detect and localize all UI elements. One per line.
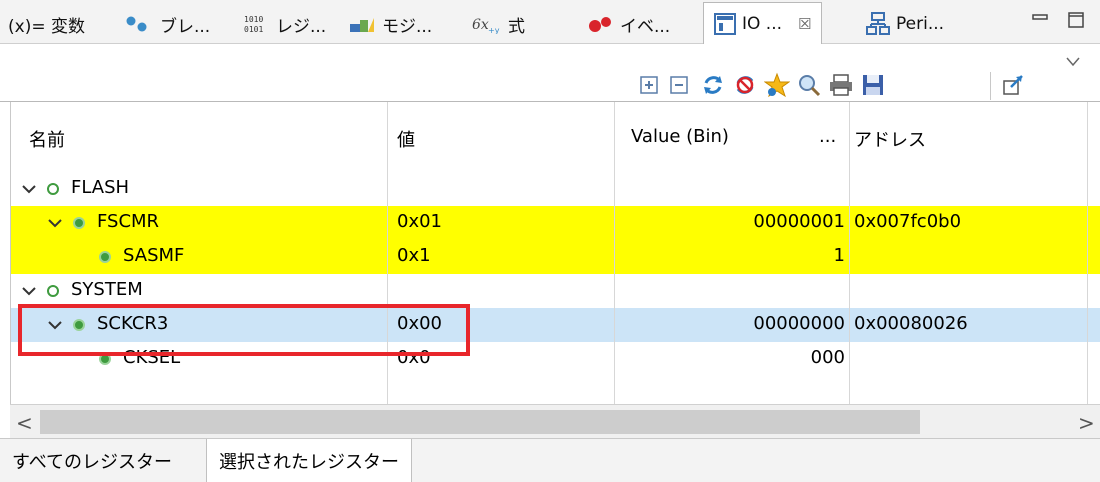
collapse-all-icon[interactable] <box>666 72 692 98</box>
disable-refresh-icon[interactable] <box>732 72 758 98</box>
register-name: SYSTEM <box>71 279 143 300</box>
io-registers-icon <box>714 12 736 35</box>
svg-text:0101: 0101 <box>244 25 263 34</box>
table-row[interactable]: SASMF 0x1 1 <box>11 240 1100 274</box>
tab-io-registers-label: IO ... <box>742 13 783 34</box>
tab-peripherals[interactable]: Peri... <box>866 6 944 42</box>
print-icon[interactable] <box>828 72 854 98</box>
table-row[interactable]: FSCMR 0x01 00000001 0x007fc0b0 <box>11 206 1100 240</box>
register-value-bin: 00000001 <box>753 211 845 232</box>
close-tab-icon[interactable]: ☒ <box>798 15 811 33</box>
column-header-address[interactable]: アドレス <box>854 126 926 152</box>
register-value-bin: 000 <box>810 347 845 368</box>
view-tab-bar: (x)= 変数 ブレ... 1010 0101 レジ... モジ... 6x +y … <box>0 0 1100 44</box>
tab-all-registers[interactable]: すべてのレジスター <box>0 439 184 482</box>
column-header-name[interactable]: 名前 <box>29 126 65 152</box>
tab-io-registers[interactable]: IO ... ☒ <box>703 2 823 44</box>
register-value-bin: 00000000 <box>753 313 845 334</box>
register-value-bin: 1 <box>833 245 845 266</box>
io-register-table: 名前 値 Value (Bin) ... アドレス FLASH FSCMR 0x01… <box>10 102 1100 404</box>
search-icon[interactable] <box>796 72 822 98</box>
register-node-icon <box>47 183 59 195</box>
chevron-down-icon[interactable] <box>21 181 37 197</box>
register-address: 0x00080026 <box>854 313 968 334</box>
tab-all-registers-label: すべてのレジスター <box>12 452 173 473</box>
register-value: 0x1 <box>397 245 431 266</box>
column-divider[interactable] <box>387 102 388 404</box>
register-node-icon <box>47 285 59 297</box>
scroll-left-icon[interactable]: < <box>16 411 33 435</box>
tab-variables-label: (x)= 変数 <box>8 16 85 37</box>
chevron-down-icon[interactable] <box>47 215 63 231</box>
column-divider[interactable] <box>614 102 615 404</box>
events-icon <box>588 14 614 34</box>
tab-events-label: イベ... <box>620 16 671 37</box>
svg-text:6x: 6x <box>472 17 489 33</box>
expand-all-icon[interactable] <box>636 72 662 98</box>
table-header: 名前 値 Value (Bin) ... アドレス <box>11 102 1100 172</box>
tab-modules-label: モジ... <box>382 16 433 37</box>
modules-icon <box>348 14 376 34</box>
column-divider[interactable] <box>849 102 850 404</box>
registers-icon: 1010 0101 <box>244 14 270 34</box>
peripherals-icon <box>866 12 890 36</box>
scroll-right-icon[interactable]: > <box>1078 411 1095 435</box>
favorite-icon[interactable] <box>764 72 790 98</box>
save-icon[interactable] <box>860 72 886 98</box>
view-toolbar <box>0 44 1100 102</box>
refresh-icon[interactable] <box>700 72 726 98</box>
tab-breakpoints-label: ブレ... <box>160 16 211 37</box>
column-header-value[interactable]: 値 <box>397 126 415 152</box>
register-name: SASMF <box>123 245 185 266</box>
toolbar-separator <box>990 72 991 100</box>
tab-peripherals-label: Peri... <box>896 14 945 34</box>
register-value: 0x01 <box>397 211 443 232</box>
register-name: FLASH <box>71 177 130 198</box>
column-header-format-menu[interactable]: ... <box>819 126 836 147</box>
register-address: 0x007fc0b0 <box>854 211 962 232</box>
maximize-icon[interactable] <box>1066 10 1086 30</box>
scrollbar-thumb[interactable] <box>40 410 920 434</box>
tab-selected-registers-label: 選択されたレジスター <box>219 452 399 473</box>
svg-text:+y: +y <box>488 26 500 34</box>
tab-selected-registers[interactable]: 選択されたレジスター <box>206 439 412 482</box>
tab-expressions[interactable]: 6x +y 式 <box>472 6 525 42</box>
column-header-value-bin[interactable]: Value (Bin) <box>631 126 729 147</box>
tab-registers[interactable]: 1010 0101 レジ... <box>244 6 326 42</box>
expressions-icon: 6x +y <box>472 14 502 34</box>
minimize-icon[interactable] <box>1030 10 1050 30</box>
chevron-down-icon[interactable] <box>21 283 37 299</box>
breakpoints-icon <box>124 15 154 33</box>
tab-breakpoints[interactable]: ブレ... <box>124 6 210 42</box>
register-filter-tabs: すべてのレジスター 選択されたレジスター <box>0 438 1100 482</box>
horizontal-scrollbar[interactable]: < > <box>10 404 1100 438</box>
tab-variables[interactable]: (x)= 変数 <box>8 6 85 42</box>
register-name: FSCMR <box>97 211 160 232</box>
view-menu-icon[interactable] <box>1060 48 1086 74</box>
register-node-icon <box>99 251 111 263</box>
tab-registers-label: レジ... <box>276 16 327 37</box>
tab-expressions-label: 式 <box>508 16 525 37</box>
tab-events[interactable]: イベ... <box>588 6 670 42</box>
svg-text:1010: 1010 <box>244 15 263 24</box>
tab-modules[interactable]: モジ... <box>348 6 432 42</box>
register-node-icon <box>73 217 85 229</box>
annotation-highlight-box <box>18 304 470 356</box>
pin-icon[interactable] <box>1000 72 1026 98</box>
table-row[interactable]: FLASH <box>11 172 1100 206</box>
table-row[interactable]: SYSTEM <box>11 274 1100 308</box>
column-divider[interactable] <box>1087 102 1088 404</box>
